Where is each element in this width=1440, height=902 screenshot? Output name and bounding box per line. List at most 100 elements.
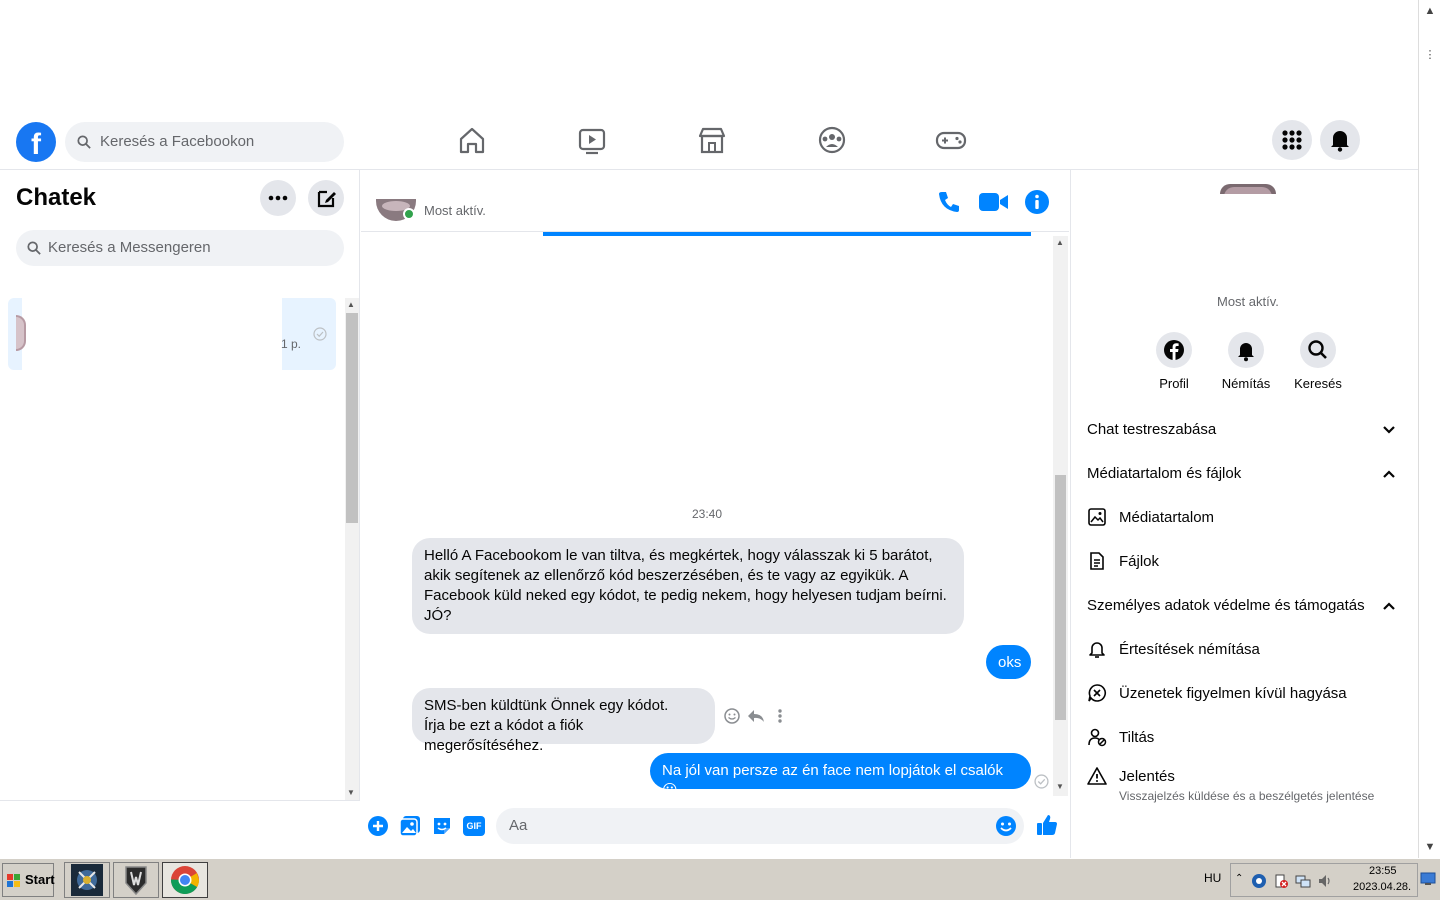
menu-item-media[interactable]: Médiatartalom — [1119, 509, 1214, 526]
file-icon — [1090, 552, 1104, 570]
tray-app-icon[interactable] — [1251, 873, 1267, 889]
plus-icon[interactable] — [367, 815, 389, 837]
mute-action[interactable]: Némítás — [1206, 332, 1286, 391]
video-call-icon[interactable] — [978, 190, 1010, 214]
facebook-logo-icon[interactable]: f — [16, 122, 56, 162]
sticker-icon[interactable] — [431, 815, 453, 837]
scroll-thumb[interactable] — [346, 313, 358, 523]
warning-icon — [1087, 767, 1107, 785]
notifications-button[interactable] — [1320, 120, 1360, 160]
scroll-up-arrow-icon[interactable]: ▲ — [347, 300, 355, 309]
message-incoming[interactable]: Helló A Facebookom le van tiltva, és meg… — [412, 538, 964, 634]
show-desktop-icon[interactable] — [1420, 872, 1436, 886]
menu-item-mute-notifications[interactable]: Értesítések némítása — [1119, 641, 1260, 658]
chat-time: 1 p. — [281, 337, 302, 351]
loading-bar — [543, 232, 1031, 236]
language-indicator[interactable]: HU — [1204, 871, 1221, 885]
phone-icon[interactable] — [936, 189, 962, 215]
windows-taskbar: Start HU ⌃ 23:55 2023.04.28. — [0, 858, 1440, 900]
conversation-header: Most aktív. — [361, 170, 1069, 232]
grid-icon — [1282, 130, 1302, 150]
facebook-search-input[interactable]: Keresés a Facebookon — [65, 122, 344, 162]
react-emoji-icon[interactable] — [723, 707, 741, 725]
time-separator: 23:40 — [692, 507, 723, 521]
scroll-thumb[interactable] — [1055, 475, 1066, 720]
sent-check-icon — [313, 327, 327, 341]
conversation-panel: Most aktív. 23:40 Helló A Facebookom le … — [361, 170, 1069, 858]
more-options-icon — [268, 195, 288, 201]
conversation-info-panel: Most aktív. Profil Némítás Keresés Chat … — [1070, 170, 1418, 858]
seen-check-icon — [1034, 774, 1049, 789]
facebook-icon — [1164, 340, 1184, 360]
clock-time[interactable]: 23:55 — [1369, 865, 1397, 877]
chat-list-item[interactable] — [8, 298, 26, 370]
window-scrollbar[interactable]: ▲ ⋮ ▼ — [1418, 0, 1440, 858]
menu-item-report[interactable]: Jelentés — [1119, 768, 1175, 785]
message-incoming[interactable]: SMS-ben küldtünk Önnek egy kódot. Írja b… — [412, 688, 715, 754]
taskbar-app[interactable] — [113, 862, 159, 898]
taskbar-app[interactable] — [64, 862, 110, 898]
clock-date[interactable]: 2023.04.28. — [1353, 881, 1411, 893]
messenger-search-input[interactable]: Keresés a Messengeren — [16, 230, 344, 266]
action-label: Keresés — [1294, 376, 1342, 391]
scroll-down-arrow-icon[interactable]: ▼ — [1056, 782, 1064, 791]
info-icon[interactable] — [1024, 189, 1050, 215]
search-placeholder: Keresés a Messengeren — [48, 239, 211, 256]
marketplace-icon[interactable] — [692, 122, 732, 158]
emoji-icon[interactable] — [995, 815, 1017, 837]
media-icon — [1088, 508, 1106, 526]
chat-list-item-meta[interactable] — [282, 298, 336, 370]
scroll-up-arrow-icon[interactable]: ▲ — [1419, 0, 1440, 22]
message-input[interactable]: Aa — [496, 808, 1024, 844]
chevron-down-icon[interactable] — [1381, 422, 1397, 438]
bell-icon — [1238, 343, 1254, 362]
game-app-icon — [71, 864, 103, 896]
security-alert-icon[interactable] — [1273, 873, 1289, 889]
taskbar-app-active[interactable] — [162, 862, 208, 898]
section-privacy-support[interactable]: Személyes adatok védelme és támogatás — [1087, 597, 1365, 614]
message-outgoing[interactable]: oks — [986, 645, 1031, 679]
gaming-icon[interactable] — [931, 122, 971, 158]
menu-grid-button[interactable] — [1272, 120, 1312, 160]
photo-icon[interactable] — [399, 815, 421, 837]
network-icon[interactable] — [1295, 873, 1311, 889]
section-media-files[interactable]: Médiatartalom és fájlok — [1087, 465, 1241, 482]
chevron-up-icon[interactable] — [1381, 598, 1397, 614]
groups-icon[interactable] — [812, 122, 852, 158]
tray-expand-icon[interactable]: ⌃ — [1235, 873, 1243, 884]
message-input-placeholder: Aa — [509, 817, 528, 834]
new-message-button[interactable] — [308, 180, 344, 216]
world-of-tanks-icon — [125, 866, 147, 896]
bell-icon — [1331, 131, 1349, 152]
home-icon[interactable] — [452, 122, 492, 158]
active-status-text: Most aktív. — [424, 203, 486, 218]
windows-logo-icon — [7, 874, 20, 887]
action-label: Profil — [1159, 376, 1189, 391]
watch-icon[interactable] — [572, 122, 612, 158]
menu-item-ignore-messages[interactable]: Üzenetek figyelmen kívül hagyása — [1119, 685, 1347, 702]
message-line: SMS-ben küldtünk Önnek egy kódot. — [424, 697, 669, 714]
search-action[interactable]: Keresés — [1278, 332, 1358, 391]
profile-action[interactable]: Profil — [1134, 332, 1214, 391]
more-icon[interactable] — [773, 707, 787, 725]
scroll-up-arrow-icon[interactable]: ▲ — [1056, 238, 1064, 247]
reply-icon[interactable] — [746, 707, 766, 725]
volume-icon[interactable] — [1317, 873, 1333, 889]
chat-list-panel: Chatek Keresés a Messengeren 1 p. ▲ ▼ — [0, 170, 360, 800]
action-label: Némítás — [1221, 376, 1271, 391]
scroll-down-arrow-icon[interactable]: ▼ — [347, 788, 355, 797]
scroll-down-arrow-icon[interactable]: ▼ — [1419, 836, 1440, 858]
message-line: Írja be ezt a kódot a fiók megerősítéséh… — [424, 717, 584, 754]
menu-item-files[interactable]: Fájlok — [1119, 553, 1159, 570]
ignore-message-icon — [1088, 684, 1106, 702]
gif-icon[interactable]: GIF — [463, 816, 485, 836]
chevron-up-icon[interactable] — [1381, 466, 1397, 482]
chat-options-button[interactable] — [260, 180, 296, 216]
menu-item-block[interactable]: Tiltás — [1119, 729, 1154, 746]
message-outgoing[interactable]: Na jól van persze az én face nem lopjáto… — [650, 753, 1031, 799]
start-button[interactable]: Start — [2, 863, 55, 897]
like-icon[interactable] — [1035, 813, 1059, 837]
section-customize[interactable]: Chat testreszabása — [1087, 421, 1216, 438]
search-icon — [77, 135, 91, 149]
bell-icon — [1089, 642, 1105, 658]
